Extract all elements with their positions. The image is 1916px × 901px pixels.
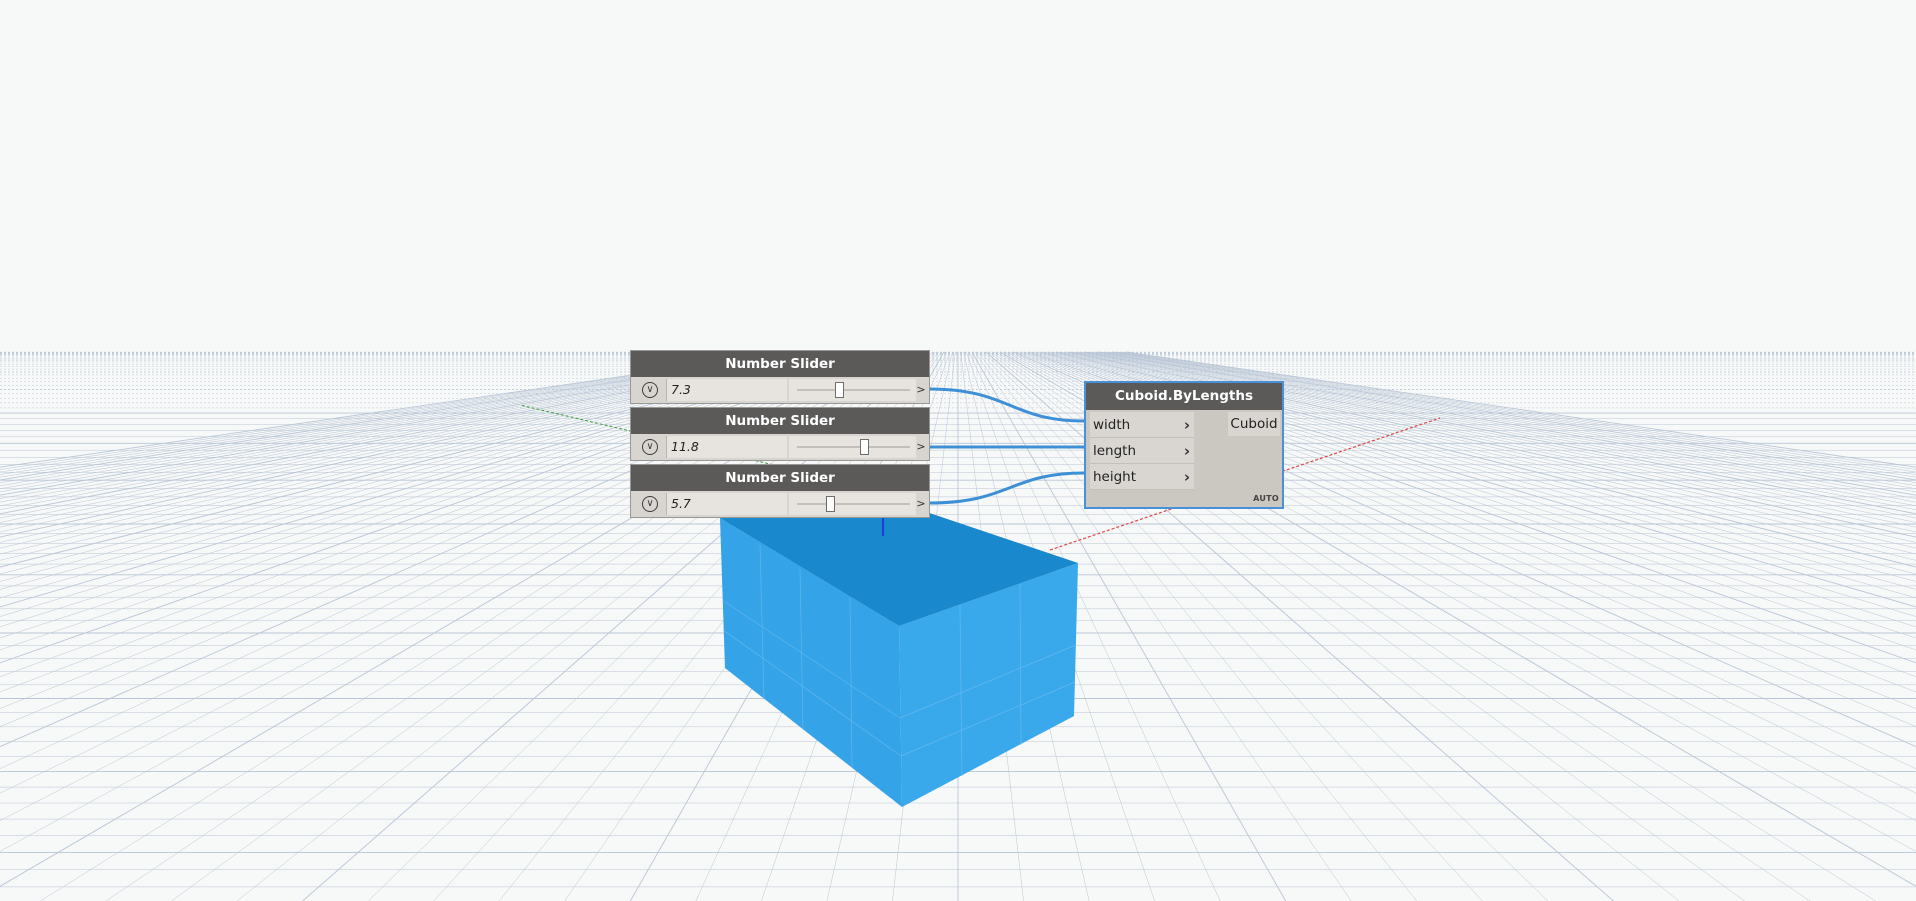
node-title[interactable]: Number Slider bbox=[631, 408, 929, 434]
chevron-down-icon: ∨ bbox=[642, 496, 658, 512]
chevron-right-icon: › bbox=[1183, 442, 1190, 460]
expander-button[interactable]: ∨ bbox=[634, 493, 667, 515]
input-port-label: height bbox=[1093, 469, 1137, 485]
lacing-indicator[interactable]: AUTO bbox=[1253, 494, 1279, 503]
slider-track-area[interactable] bbox=[789, 493, 916, 515]
cuboid-bylengths-node[interactable]: Cuboid.ByLengths width › length › height… bbox=[1084, 381, 1284, 509]
slider-row: ∨ 5.7 > bbox=[631, 491, 929, 517]
input-ports: width › length › height › bbox=[1090, 412, 1194, 490]
slider-track bbox=[797, 446, 910, 448]
slider-thumb[interactable] bbox=[825, 496, 835, 512]
slider-thumb[interactable] bbox=[834, 382, 844, 398]
input-port-label: length bbox=[1093, 443, 1137, 459]
expander-button[interactable]: ∨ bbox=[634, 436, 667, 458]
slider-track bbox=[797, 389, 910, 391]
chevron-down-icon: ∨ bbox=[642, 382, 658, 398]
chevron-down-icon: ∨ bbox=[642, 439, 658, 455]
number-slider-node-width[interactable]: Number Slider ∨ 7.3 > bbox=[630, 350, 930, 404]
slider-thumb[interactable] bbox=[859, 439, 869, 455]
node-title[interactable]: Number Slider bbox=[631, 465, 929, 491]
slider-value-field[interactable]: 11.8 bbox=[667, 436, 787, 458]
input-port-label: width bbox=[1093, 417, 1131, 433]
slider-value-field[interactable]: 5.7 bbox=[667, 493, 787, 515]
slider-value-field[interactable]: 7.3 bbox=[667, 379, 787, 401]
chevron-right-icon: › bbox=[1183, 416, 1190, 434]
chevron-right-icon: › bbox=[1183, 468, 1190, 486]
node-title[interactable]: Cuboid.ByLengths bbox=[1086, 383, 1282, 410]
step-button[interactable]: > bbox=[915, 379, 927, 401]
slider-track bbox=[797, 503, 910, 505]
step-button[interactable]: > bbox=[915, 493, 927, 515]
slider-row: ∨ 11.8 > bbox=[631, 434, 929, 460]
slider-row: ∨ 7.3 > bbox=[631, 377, 929, 403]
number-slider-node-length[interactable]: Number Slider ∨ 11.8 > bbox=[630, 407, 930, 461]
node-title[interactable]: Number Slider bbox=[631, 351, 929, 377]
expander-button[interactable]: ∨ bbox=[634, 379, 667, 401]
input-port-height[interactable]: height › bbox=[1090, 464, 1194, 490]
3d-background-viewport[interactable] bbox=[0, 0, 1916, 901]
step-button[interactable]: > bbox=[915, 436, 927, 458]
input-port-width[interactable]: width › bbox=[1090, 412, 1194, 438]
number-slider-node-height[interactable]: Number Slider ∨ 5.7 > bbox=[630, 464, 930, 518]
output-port-cuboid[interactable]: Cuboid bbox=[1228, 412, 1280, 436]
input-port-length[interactable]: length › bbox=[1090, 438, 1194, 464]
slider-track-area[interactable] bbox=[789, 379, 916, 401]
slider-track-area[interactable] bbox=[789, 436, 916, 458]
